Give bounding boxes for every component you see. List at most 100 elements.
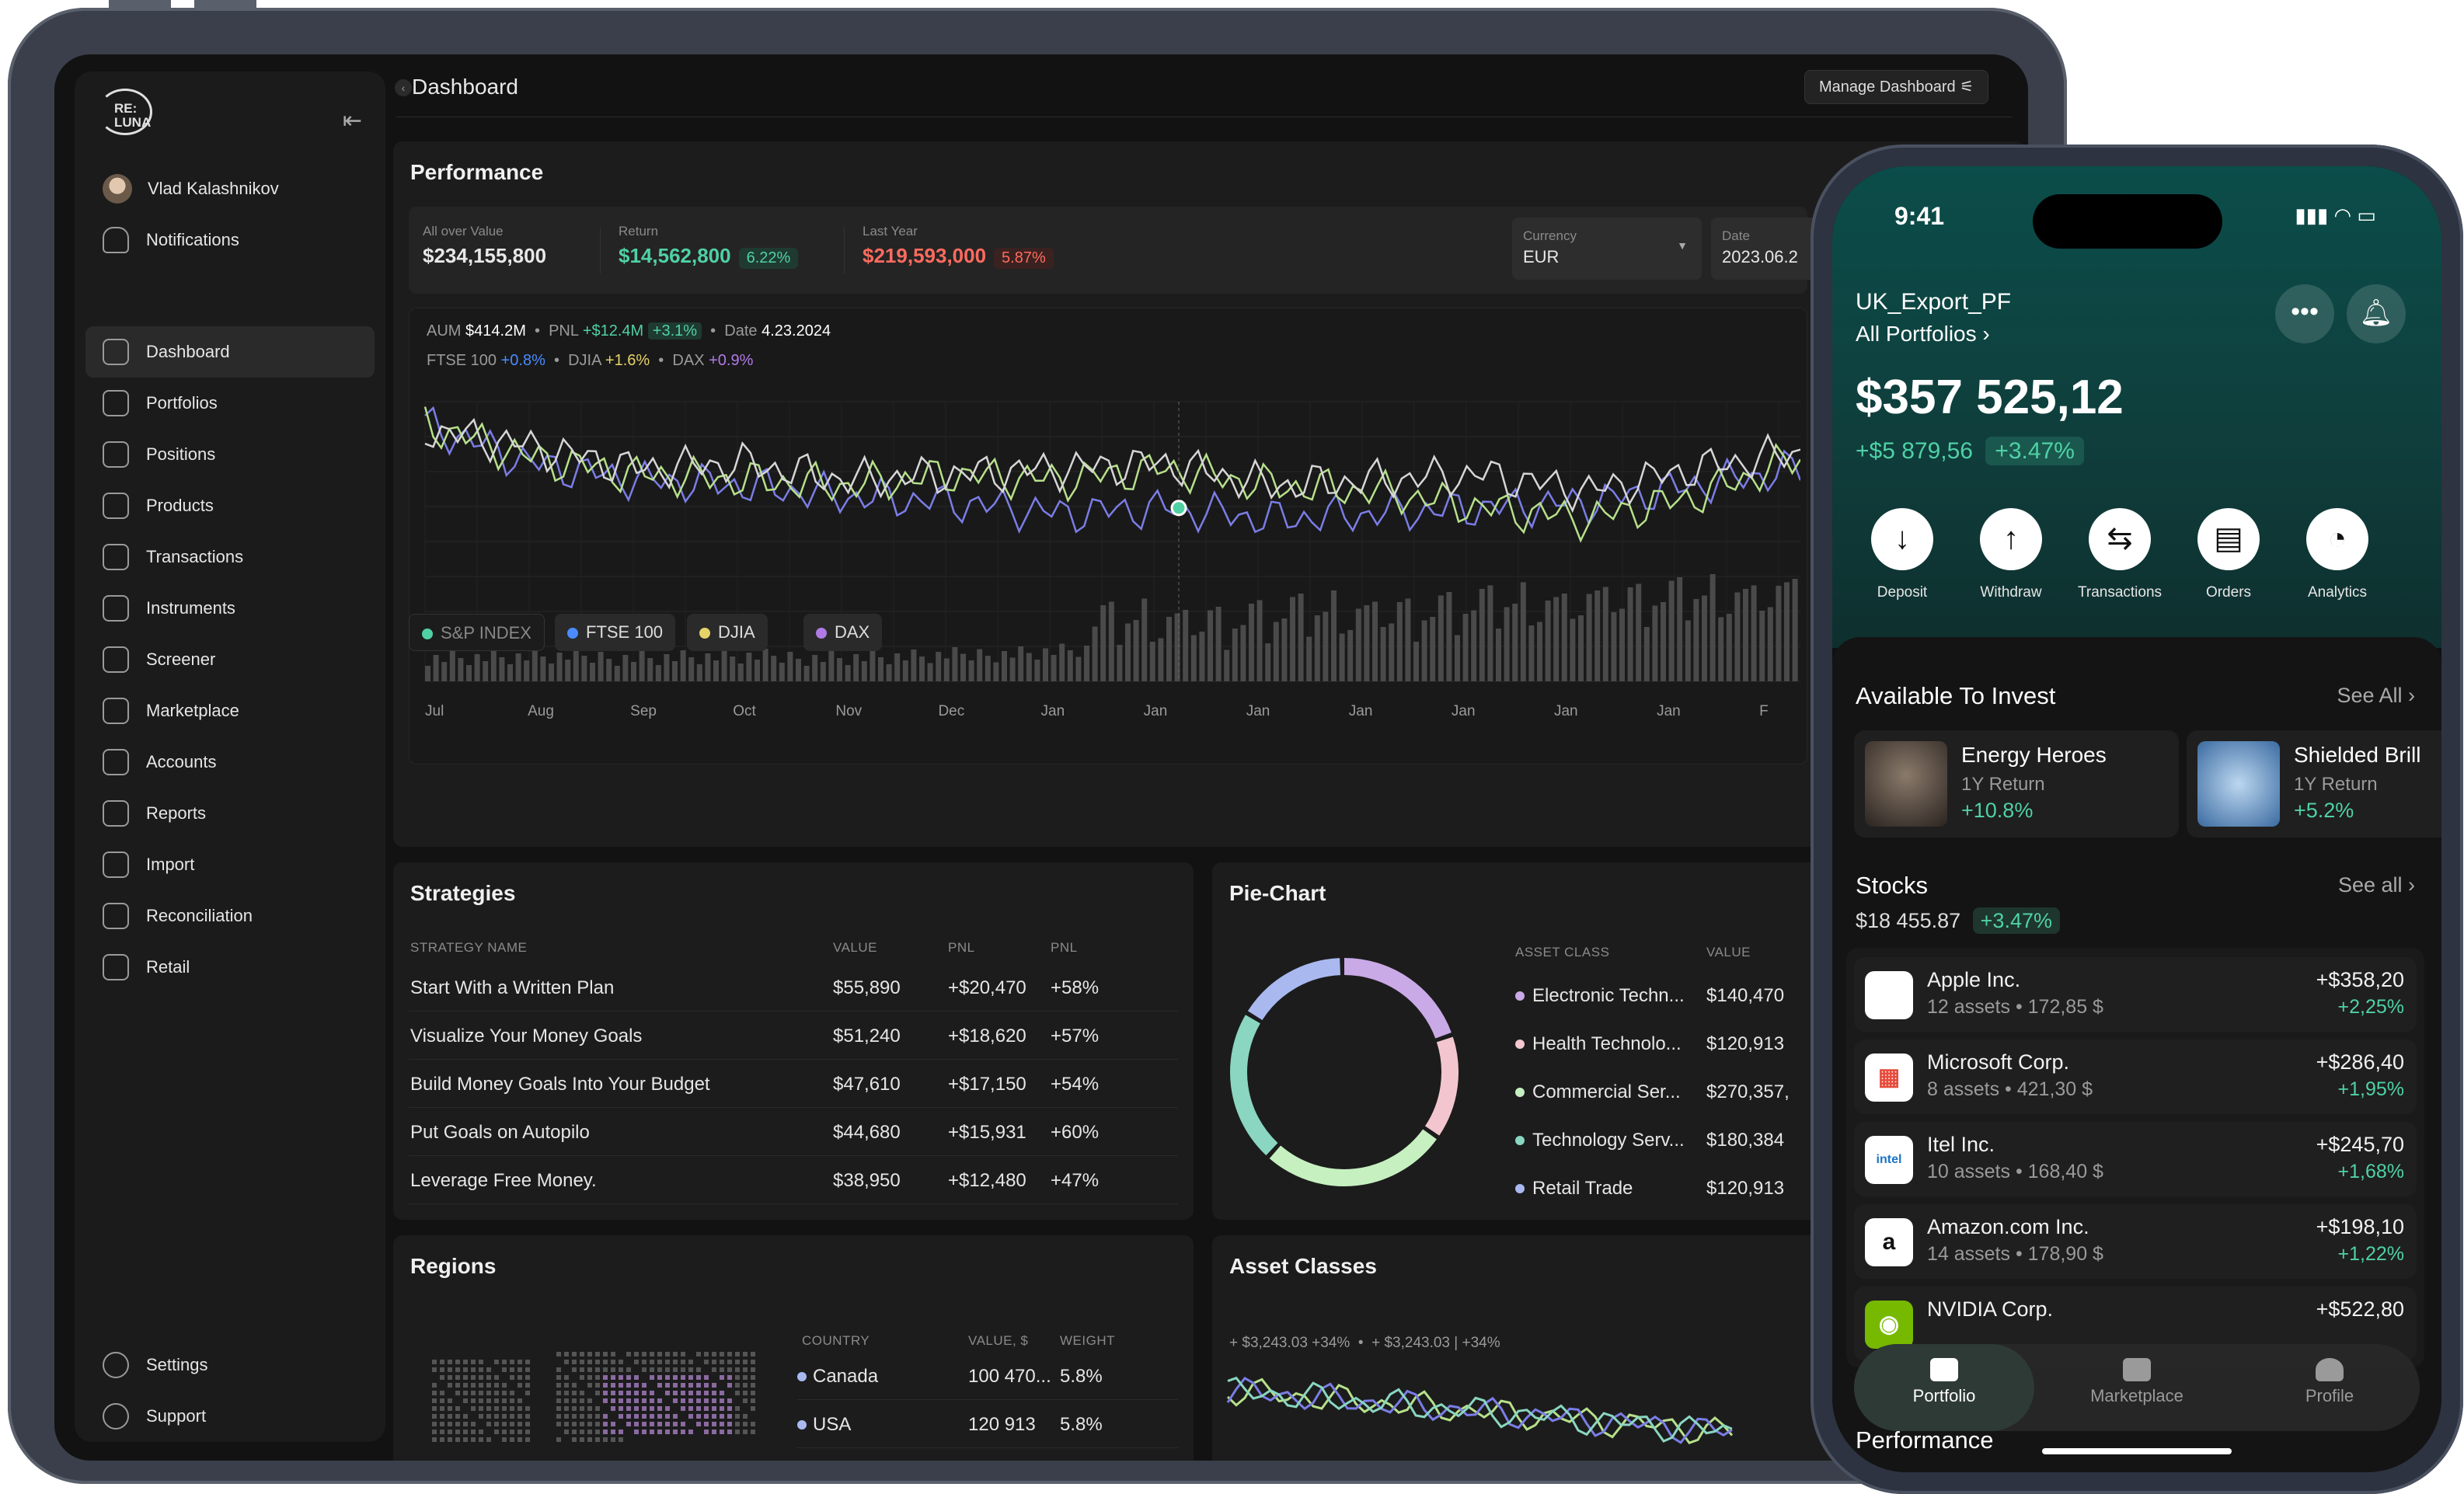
withdraw-button[interactable]: ↑ bbox=[1980, 508, 2042, 570]
x-tick-label: Oct bbox=[733, 703, 756, 719]
sidebar-item-dashboard[interactable]: Dashboard bbox=[85, 326, 375, 378]
stock-gain-pct: +1,22% bbox=[2337, 1243, 2405, 1265]
donut-chart[interactable] bbox=[1212, 932, 1492, 1212]
stock-row[interactable]: intel Itel Inc. 10 assets • 168,40 $ +$245,… bbox=[1854, 1122, 2417, 1196]
map-dot bbox=[572, 1437, 577, 1442]
map-dot bbox=[463, 1414, 468, 1419]
volume-bar bbox=[1075, 656, 1082, 681]
volume-bar bbox=[507, 664, 513, 681]
volume-bar bbox=[1117, 645, 1123, 681]
pie-slice[interactable] bbox=[1424, 1036, 1459, 1136]
tab-marketplace[interactable]: Marketplace bbox=[2047, 1344, 2227, 1431]
strategy-pnl-pct: +60% bbox=[1051, 1122, 1100, 1143]
all-portfolios-link[interactable]: All Portfolios › bbox=[1856, 322, 1990, 347]
pie-slice[interactable] bbox=[1344, 958, 1452, 1039]
collapse-sidebar-icon[interactable]: ⇤ bbox=[343, 107, 362, 134]
transactions-button[interactable]: ⇆ bbox=[2089, 508, 2151, 570]
currency-select[interactable]: Currency EUR ▼ bbox=[1512, 218, 1702, 280]
volume-bar bbox=[1298, 594, 1304, 681]
map-dot bbox=[720, 1352, 724, 1356]
stock-row[interactable]: ▦ Microsoft Corp. 8 assets • 421,30 $ +$286… bbox=[1854, 1040, 2417, 1114]
sidebar-item-reconciliation[interactable]: Reconciliation bbox=[85, 890, 375, 942]
table-row[interactable]: Canada 100 470... 5.8% bbox=[797, 1352, 1178, 1400]
sidebar-item-import[interactable]: Import bbox=[85, 839, 375, 890]
world-map[interactable] bbox=[409, 1352, 774, 1453]
map-dot bbox=[448, 1406, 452, 1411]
series-toggle-djia[interactable]: DJIA bbox=[687, 614, 768, 651]
sidebar-item-positions[interactable]: Positions bbox=[85, 429, 375, 480]
map-dot bbox=[696, 1414, 701, 1419]
hover-point[interactable] bbox=[1170, 500, 1187, 517]
map-dot bbox=[673, 1383, 678, 1388]
invest-card-energy-heroes[interactable]: Energy Heroes 1Y Return +10.8% bbox=[1854, 730, 2179, 838]
orders-button[interactable]: ▤ bbox=[2197, 508, 2260, 570]
map-dot bbox=[587, 1360, 592, 1364]
volume-bar bbox=[1396, 602, 1403, 681]
sidebar-item-portfolios[interactable]: Portfolios bbox=[85, 378, 375, 429]
table-row[interactable]: Build Money Goals Into Your Budget $47,61… bbox=[409, 1060, 1178, 1108]
map-dot bbox=[502, 1430, 507, 1434]
sidebar-item-products[interactable]: Products bbox=[85, 480, 375, 531]
table-row[interactable]: Put Goals on Autopilo $44,680 +$15,931 +60% bbox=[409, 1108, 1178, 1156]
strategy-pnl: +$17,150 bbox=[948, 1074, 1026, 1095]
map-dot bbox=[673, 1352, 678, 1356]
map-dot bbox=[688, 1391, 693, 1395]
volume-bar bbox=[1273, 622, 1279, 681]
sidebar-item-accounts[interactable]: Accounts bbox=[85, 737, 375, 788]
sidebar-item-label: Positions bbox=[146, 444, 216, 464]
deposit-button[interactable]: ↓ bbox=[1871, 508, 1933, 570]
settings-link[interactable]: Settings bbox=[85, 1339, 375, 1391]
tab-portfolio[interactable]: Portfolio bbox=[1854, 1344, 2034, 1431]
manage-dashboard-button[interactable]: Manage Dashboard ⚟ bbox=[1804, 70, 1989, 104]
notifications-link[interactable]: Notifications bbox=[85, 214, 375, 266]
series-toggle-ftse-100[interactable]: FTSE 100 bbox=[555, 614, 676, 651]
pie-slice[interactable] bbox=[1269, 1129, 1437, 1186]
user-profile[interactable]: Vlad Kalashnikov bbox=[85, 163, 375, 214]
map-dot bbox=[751, 1360, 755, 1364]
support-link[interactable]: Support bbox=[85, 1391, 375, 1442]
series-toggle-s-p-index[interactable]: S&P INDEX bbox=[409, 614, 545, 651]
map-dot bbox=[688, 1406, 693, 1411]
strategy-name: Put Goals on Autopilo bbox=[410, 1122, 590, 1143]
bell-icon[interactable]: 🔔︎ bbox=[2347, 284, 2406, 343]
map-dot bbox=[595, 1422, 600, 1426]
table-row[interactable]: Start With a Written Plan $55,890 +$20,470… bbox=[409, 963, 1178, 1012]
invest-card-shielded-brill[interactable]: Shielded Brill 1Y Return +5.2% bbox=[2187, 730, 2441, 838]
performance-chart[interactable]: Jul Aug Sep Oct Nov Dec Jan Jan Jan Jan Jan Jan Jan F bbox=[410, 386, 1800, 759]
map-dot bbox=[650, 1430, 654, 1434]
map-dot bbox=[525, 1375, 530, 1380]
sidebar-item-retail[interactable]: Retail bbox=[85, 942, 375, 993]
map-dot bbox=[735, 1414, 740, 1419]
volume-bar bbox=[1002, 651, 1007, 681]
see-all-invest-link[interactable]: See All › bbox=[2337, 684, 2415, 708]
map-dot bbox=[657, 1367, 662, 1372]
analytics-button[interactable]: ◔ bbox=[2306, 508, 2368, 570]
dashboard-icon bbox=[103, 339, 129, 365]
sidebar-item-reports[interactable]: Reports bbox=[85, 788, 375, 839]
series-toggle-dax[interactable]: DAX bbox=[803, 614, 883, 651]
map-dot bbox=[626, 1406, 631, 1411]
app-logo[interactable]: RE: LUNA bbox=[98, 89, 152, 135]
stock-row[interactable]: Apple Inc. 12 assets • 172,85 $ +$358,20 +2… bbox=[1854, 957, 2417, 1032]
sidebar-item-instruments[interactable]: Instruments bbox=[85, 583, 375, 634]
table-row[interactable]: Visualize Your Money Goals $51,240 +$18,62… bbox=[409, 1012, 1178, 1060]
pie-slice[interactable] bbox=[1230, 1015, 1278, 1156]
sidebar-item-transactions[interactable]: Transactions bbox=[85, 531, 375, 583]
tab-profile[interactable]: Profile bbox=[2239, 1344, 2420, 1431]
map-dot bbox=[743, 1430, 748, 1434]
volume-bar bbox=[515, 653, 521, 681]
see-all-stocks-link[interactable]: See all › bbox=[2338, 873, 2415, 897]
table-row[interactable]: Leverage Free Money. $38,950 +$12,480 +47% bbox=[409, 1156, 1178, 1204]
strategy-pnl: +$15,931 bbox=[948, 1122, 1026, 1143]
back-icon[interactable]: ‹ bbox=[395, 79, 412, 96]
stock-row[interactable]: a Amazon.com Inc. 14 assets • 178,90 $ +$19… bbox=[1854, 1204, 2417, 1279]
map-dot bbox=[463, 1430, 468, 1434]
map-dot bbox=[595, 1430, 600, 1434]
map-dot bbox=[440, 1422, 444, 1426]
sidebar-item-marketplace[interactable]: Marketplace bbox=[85, 685, 375, 737]
pie-slice[interactable] bbox=[1247, 958, 1341, 1021]
map-dot bbox=[642, 1391, 646, 1395]
more-options-icon[interactable]: ••• bbox=[2275, 284, 2334, 343]
sidebar-item-screener[interactable]: Screener bbox=[85, 634, 375, 685]
table-row[interactable]: USA 120 913 5.8% bbox=[797, 1400, 1178, 1448]
